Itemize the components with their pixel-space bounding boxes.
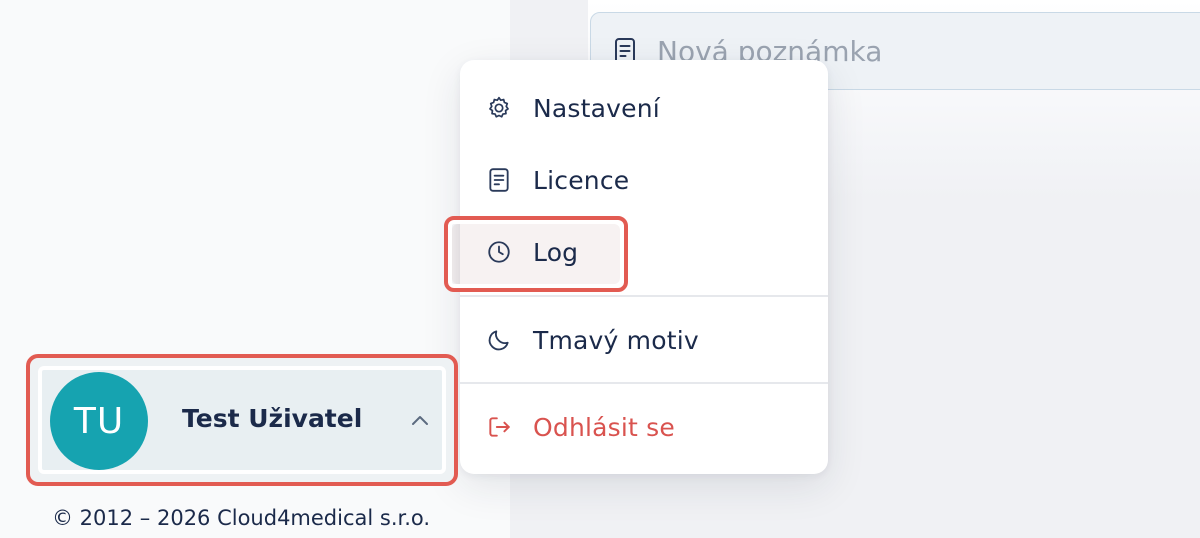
document-icon (489, 168, 509, 192)
menu-item-label: Licence (533, 165, 630, 195)
menu-item-label: Odhlásit se (533, 412, 675, 442)
menu-divider (460, 295, 828, 297)
menu-item-licence[interactable]: Licence (460, 150, 828, 210)
menu-item-label: Nastavení (533, 93, 660, 123)
menu-item-logout[interactable]: Odhlásit se (460, 397, 828, 457)
chevron-up-icon[interactable] (408, 410, 432, 430)
user-name: Test Uživatel (182, 404, 363, 433)
menu-divider (460, 382, 828, 384)
avatar: TU (50, 372, 148, 470)
menu-item-label: Tmavý motiv (533, 325, 699, 355)
moon-icon (488, 330, 509, 351)
menu-item-settings[interactable]: Nastavení (460, 78, 828, 138)
logout-icon (489, 417, 510, 437)
log-highlight-frame (444, 216, 628, 292)
menu-item-dark-theme[interactable]: Tmavý motiv (460, 310, 828, 370)
gear-icon (489, 96, 509, 118)
copyright-text: © 2012 – 2026 Cloud4medical s.r.o. (52, 506, 431, 530)
